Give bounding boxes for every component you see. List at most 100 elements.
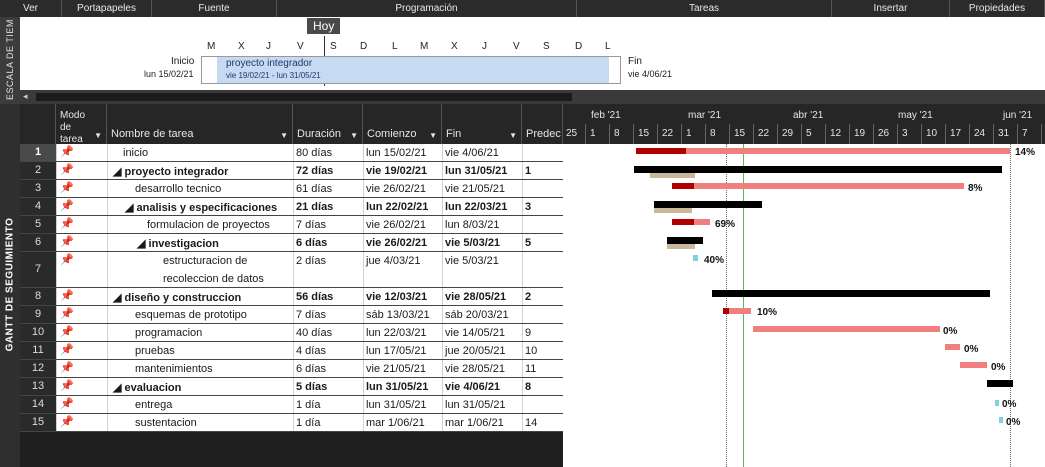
task-finish[interactable]: jue 20/05/21 [445, 345, 506, 357]
row-number[interactable]: 3 [20, 180, 56, 197]
task-name[interactable]: programacion [135, 327, 202, 339]
task-duration[interactable]: 7 días [296, 219, 326, 231]
bar-summary-8[interactable] [712, 290, 990, 297]
bar-task-14[interactable] [995, 400, 999, 406]
task-finish[interactable]: vie 14/05/21 [445, 327, 505, 339]
bar-task-5[interactable] [694, 219, 710, 225]
task-finish[interactable]: lun 8/03/21 [445, 219, 499, 231]
task-name[interactable]: ◢ investigacion [137, 237, 219, 250]
task-name[interactable]: estructuracion de [163, 255, 247, 267]
task-finish[interactable]: vie 4/06/21 [445, 147, 499, 159]
task-finish[interactable]: vie 28/05/21 [445, 291, 506, 303]
task-duration[interactable]: 80 días [296, 147, 332, 159]
bar-summary-6[interactable] [667, 237, 703, 244]
task-duration[interactable]: 5 días [296, 381, 327, 393]
task-start[interactable]: lun 22/03/21 [366, 327, 427, 339]
task-predecessor[interactable]: 8 [525, 381, 531, 393]
chevron-down-icon[interactable]: ▼ [429, 131, 437, 140]
task-name[interactable]: esquemas de prototipo [135, 309, 247, 321]
task-predecessor[interactable]: 11 [525, 363, 536, 375]
ribbon-group-insertar[interactable]: Insertar [832, 0, 950, 17]
task-duration[interactable]: 4 días [296, 345, 326, 357]
task-name[interactable]: ◢ evaluacion [113, 381, 181, 394]
chevron-down-icon[interactable]: ▼ [350, 131, 358, 140]
task-start[interactable]: lun 15/02/21 [366, 147, 427, 159]
task-duration[interactable]: 6 días [296, 363, 326, 375]
task-finish[interactable]: vie 5/03/21 [445, 237, 500, 249]
task-predecessor[interactable]: 5 [525, 237, 531, 249]
ribbon-group-tareas[interactable]: Tareas [577, 0, 832, 17]
task-finish[interactable]: mar 1/06/21 [445, 417, 504, 429]
bar-task-7[interactable] [693, 255, 698, 261]
task-start[interactable]: vie 19/02/21 [366, 165, 427, 177]
ribbon-group-ver[interactable]: Ver [0, 0, 62, 17]
ribbon-group-programacion[interactable]: Programación [277, 0, 577, 17]
row-number[interactable]: 9 [20, 306, 56, 323]
task-predecessor[interactable]: 14 [525, 417, 537, 429]
scroll-left-arrow-icon[interactable]: ◂ [23, 91, 28, 102]
task-start[interactable]: vie 21/05/21 [366, 363, 426, 375]
row-number[interactable]: 15 [20, 414, 56, 431]
bar-task-9[interactable] [729, 308, 751, 314]
task-duration[interactable]: 1 día [296, 399, 320, 411]
task-finish[interactable]: lun 31/05/21 [445, 399, 506, 411]
task-start[interactable]: vie 12/03/21 [366, 291, 427, 303]
ribbon-group-fuente[interactable]: Fuente [152, 0, 277, 17]
task-finish[interactable]: lun 22/03/21 [445, 201, 507, 213]
task-name[interactable]: desarrollo tecnico [135, 183, 221, 195]
task-finish[interactable]: vie 5/03/21 [445, 255, 499, 267]
task-duration[interactable]: 7 días [296, 309, 326, 321]
task-predecessor[interactable]: 3 [525, 201, 531, 213]
task-start[interactable]: mar 1/06/21 [366, 417, 425, 429]
task-start[interactable]: lun 22/02/21 [366, 201, 428, 213]
row-number[interactable]: 2 [20, 162, 56, 179]
task-finish[interactable]: lun 31/05/21 [445, 165, 507, 177]
ribbon-group-portapapeles[interactable]: Portapapeles [62, 0, 152, 17]
task-duration[interactable]: 1 día [296, 417, 320, 429]
row-number[interactable]: 5 [20, 216, 56, 233]
task-duration[interactable]: 6 días [296, 237, 327, 249]
bar-task-11[interactable] [945, 344, 960, 350]
row-number[interactable]: 12 [20, 360, 56, 377]
bar-task-15[interactable] [999, 417, 1003, 423]
chevron-down-icon[interactable]: ▼ [509, 131, 517, 140]
bar-task-10[interactable] [753, 326, 940, 332]
task-start[interactable]: lun 31/05/21 [366, 399, 427, 411]
task-predecessor[interactable]: 1 [525, 165, 531, 177]
bar-task-12[interactable] [960, 362, 987, 368]
task-start[interactable]: vie 26/02/21 [366, 183, 426, 195]
row-number[interactable]: 10 [20, 324, 56, 341]
task-finish[interactable]: vie 4/06/21 [445, 381, 500, 393]
task-name[interactable]: entrega [135, 399, 172, 411]
task-name[interactable]: sustentacion [135, 417, 197, 429]
row-number[interactable]: 14 [20, 396, 56, 413]
row-number[interactable]: 6 [20, 234, 56, 251]
task-finish[interactable]: sáb 20/03/21 [445, 309, 509, 321]
task-duration[interactable]: 40 días [296, 327, 332, 339]
task-name[interactable]: mantenimientos [135, 363, 213, 375]
task-predecessor[interactable]: 2 [525, 291, 531, 303]
row-number[interactable]: 4 [20, 198, 56, 215]
task-start[interactable]: sáb 13/03/21 [366, 309, 430, 321]
bar-summary-2[interactable] [634, 166, 1002, 173]
row-number[interactable]: 1 [20, 144, 56, 161]
gantt-side-tab[interactable]: GANTT DE SEGUIMIENTO [0, 104, 20, 467]
header-name[interactable]: Nombre de tarea ▼ [107, 104, 293, 144]
bar-task-3[interactable] [694, 183, 964, 189]
task-duration[interactable]: 72 días [296, 165, 333, 177]
row-number[interactable]: 11 [20, 342, 56, 359]
task-start[interactable]: jue 4/03/21 [366, 255, 420, 267]
header-finish[interactable]: Fin ▼ [442, 104, 522, 144]
header-duration[interactable]: Duración ▼ [293, 104, 363, 144]
task-name[interactable]: formulacion de proyectos [147, 219, 270, 231]
row-number[interactable]: 7 [20, 252, 56, 287]
bar-summary-13[interactable] [987, 380, 1013, 387]
header-mode[interactable]: Modo de tarea ▼ [56, 104, 107, 145]
task-duration[interactable]: 56 días [296, 291, 333, 303]
task-start[interactable]: lun 31/05/21 [366, 381, 428, 393]
task-name[interactable]: ◢ proyecto integrador [113, 165, 228, 178]
row-number[interactable]: 8 [20, 288, 56, 305]
row-number[interactable]: 13 [20, 378, 56, 395]
task-finish[interactable]: vie 21/05/21 [445, 183, 505, 195]
task-duration[interactable]: 21 días [296, 201, 333, 213]
